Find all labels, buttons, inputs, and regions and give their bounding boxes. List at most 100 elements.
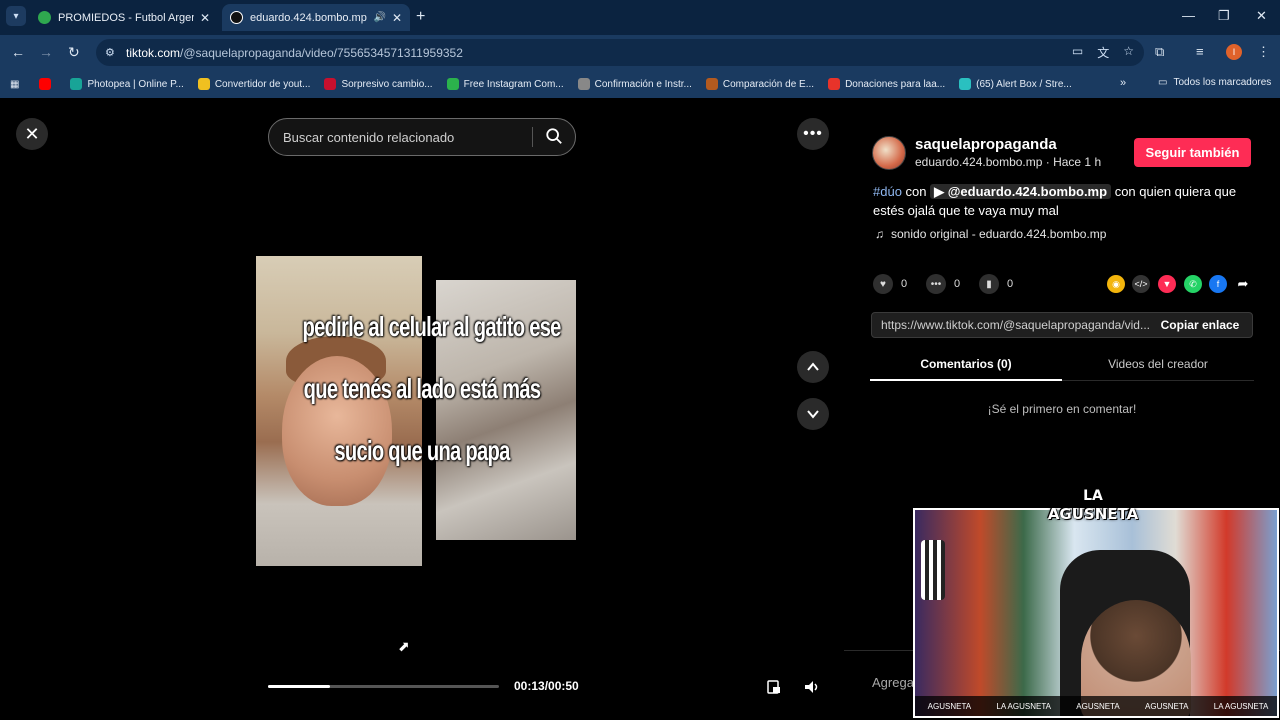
x-handle: LA AGUSNETA [996, 701, 1051, 711]
floating-player-button[interactable] [763, 676, 785, 698]
comment-input[interactable]: Agrega [872, 675, 914, 690]
empty-comments-message: ¡Sé el primero en comentar! [987, 402, 1137, 416]
author-meta: eduardo.424.bombo.mp · Hace 1 h [915, 155, 1102, 169]
bookmark-item[interactable]: Confirmación e Instr... [577, 78, 692, 90]
bookmark-item[interactable]: Photopea | Online P... [70, 78, 184, 90]
alertbox-icon [959, 78, 972, 90]
facebook-icon[interactable]: f [1209, 275, 1227, 293]
media-icon[interactable]: ≡ [1196, 44, 1204, 59]
tab-title: eduardo.424.bombo.mp (@ [250, 11, 369, 24]
video-caption: pedirle al celular al gatito ese que ten… [302, 311, 561, 466]
tab-creator-videos[interactable]: Videos del creador [1062, 357, 1254, 371]
close-tab-icon[interactable]: ✕ [200, 11, 210, 25]
bookmark-item[interactable]: Donaciones para laa... [828, 78, 945, 90]
save-button[interactable]: ▮ 0 [979, 274, 1013, 294]
search-placeholder: Buscar contenido relacionado [283, 129, 455, 145]
site-info-icon[interactable]: ⚙ [105, 46, 119, 59]
bookmark-item[interactable]: Free Instagram Com... [446, 78, 564, 90]
la-agusneta-logo: LA AGUSNETA [1047, 488, 1139, 523]
progress-fill [268, 685, 331, 688]
bookmarks-bar: ▦ Photopea | Online P... Convertidor de … [0, 70, 1280, 98]
search-icon[interactable] [545, 127, 563, 145]
ellipsis-icon: ••• [803, 125, 823, 142]
tab-search-icon[interactable]: ▾ [6, 6, 26, 26]
tab-strip: ▾ PROMIEDOS - Futbol Argentino ✕ eduardo… [0, 0, 1280, 35]
video-link-text: https://www.tiktok.com/@saquelapropagand… [881, 318, 1150, 332]
more-options-button[interactable]: ••• [797, 118, 829, 150]
music-note-icon: ♫ [875, 227, 884, 241]
share-more-icon[interactable]: ➦ [1234, 275, 1252, 293]
volume-button[interactable] [801, 676, 823, 698]
like-button[interactable]: ♥ 0 [873, 274, 907, 294]
close-window-icon[interactable]: ✕ [1256, 8, 1267, 24]
tiktok-handle: AGUSNETA [1076, 701, 1120, 711]
panel-tabs: Comentarios (0) Videos del creador [870, 351, 1254, 381]
all-bookmarks[interactable]: ▭ Todos los marcadores [1158, 77, 1271, 88]
close-viewer-button[interactable]: ✕ [16, 118, 48, 150]
speaker-icon[interactable]: 🔊 [373, 12, 385, 23]
video-description: #dúo con ▶ @eduardo.424.bombo.mp con qui… [873, 184, 1237, 218]
embed-icon[interactable]: </> [1132, 275, 1150, 293]
restore-icon[interactable]: ❐ [1218, 8, 1230, 24]
toolbar: ← → ↻ ⚙ tiktok.com/@saquelapropaganda/vi… [0, 35, 1280, 70]
tab-promiedos[interactable]: PROMIEDOS - Futbol Argentino ✕ [30, 4, 218, 31]
w-icon [446, 78, 459, 90]
more-bookmarks-icon[interactable]: » [1120, 77, 1126, 89]
forward-icon[interactable]: → [39, 44, 53, 60]
bookmark-star-icon[interactable]: ☆ [1123, 44, 1134, 61]
streamer-webcam-overlay: AGUSNETA LA AGUSNETA AGUSNETA AGUSNETA L… [913, 508, 1279, 718]
youtube-handle: LA AGUSNETA [1213, 701, 1269, 711]
bookmark-icon: ▮ [979, 274, 999, 294]
bookmark-item[interactable]: Sorpresivo cambio... [324, 78, 433, 90]
author-username[interactable]: saquelapropaganda [915, 136, 1057, 153]
comment-icon: ••• [926, 274, 946, 294]
video-link-field[interactable]: https://www.tiktok.com/@saquelapropagand… [871, 312, 1253, 338]
tab-title: PROMIEDOS - Futbol Argentino [58, 11, 194, 24]
browser-chrome: ▾ PROMIEDOS - Futbol Argentino ✕ eduardo… [0, 0, 1280, 98]
video-player: Buscar contenido relacionado pedirle al … [256, 98, 588, 720]
bookmark-item[interactable]: Convertidor de yout... [197, 78, 310, 90]
send-icon[interactable]: ▼ [1158, 275, 1176, 293]
new-tab-icon[interactable]: + [416, 8, 425, 26]
sound-link[interactable]: ♫ sonido original - eduardo.424.bombo.mp [875, 227, 1106, 241]
related-search-input[interactable]: Buscar contenido relacionado [268, 118, 576, 156]
mention-link[interactable]: ▶ @eduardo.424.bombo.mp [930, 184, 1112, 199]
author-avatar[interactable] [872, 136, 906, 170]
previous-video-button[interactable] [797, 351, 829, 383]
back-icon[interactable]: ← [11, 44, 25, 60]
comment-button[interactable]: ••• 0 [926, 274, 960, 294]
tiktok-favicon-icon [230, 11, 243, 24]
mouse-cursor-icon: ⬈ [398, 638, 410, 654]
video-progress-bar[interactable] [268, 685, 499, 688]
link-icon [577, 78, 590, 90]
translate-icon[interactable]: 文 [1097, 44, 1109, 61]
webcam-social-bar: AGUSNETA LA AGUSNETA AGUSNETA AGUSNETA L… [915, 696, 1277, 716]
copy-link-button[interactable]: Copiar enlace [1148, 313, 1252, 337]
video-frame[interactable]: pedirle al celular al gatito ese que ten… [256, 256, 588, 566]
close-tab-icon[interactable]: ✕ [392, 11, 402, 25]
minimize-icon[interactable]: — [1182, 8, 1195, 23]
share-friends-icon[interactable]: ◉ [1107, 275, 1125, 293]
reload-icon[interactable]: ↻ [68, 44, 80, 61]
apps-icon[interactable]: ▦ [10, 79, 19, 90]
hashtag-link[interactable]: #dúo [873, 184, 902, 199]
chevron-down-icon [807, 410, 819, 419]
address-bar[interactable]: ⚙ tiktok.com/@saquelapropaganda/video/75… [96, 39, 1144, 66]
profile-avatar[interactable]: I [1226, 44, 1242, 60]
chevron-up-icon [807, 362, 819, 371]
tab-comments[interactable]: Comentarios (0) [870, 357, 1062, 371]
bookmark-youtube[interactable] [39, 78, 56, 90]
next-video-button[interactable] [797, 398, 829, 430]
bookmark-item[interactable]: (65) Alert Box / Stre... [959, 78, 1072, 90]
tab-tiktok[interactable]: eduardo.424.bombo.mp (@ 🔊 ✕ [222, 4, 410, 31]
bookmark-item[interactable]: Comparación de E... [705, 78, 814, 90]
follow-button[interactable]: Seguir también [1134, 138, 1251, 167]
extensions-icon[interactable]: ⧉ [1155, 44, 1164, 60]
cast-icon[interactable]: ▭ [1072, 44, 1083, 61]
close-icon: ✕ [24, 123, 40, 144]
whatsapp-icon[interactable]: ✆ [1184, 275, 1202, 293]
menu-icon[interactable]: ⋮ [1257, 44, 1270, 60]
converter-icon [197, 78, 210, 90]
pip-icon [767, 680, 780, 694]
address-text[interactable]: tiktok.com/@saquelapropaganda/video/7556… [126, 46, 463, 60]
